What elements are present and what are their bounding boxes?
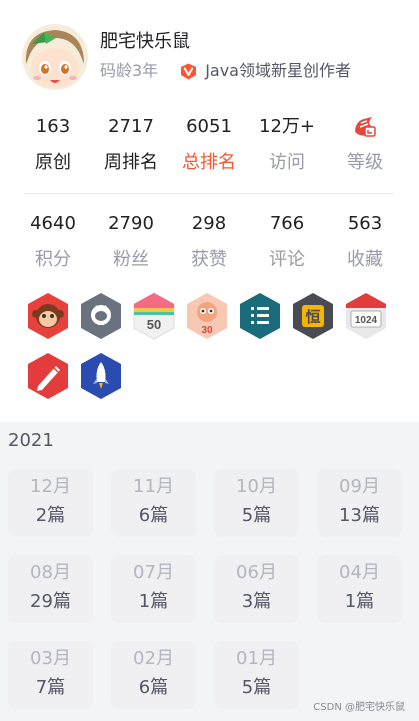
archive-year: 2021: [8, 430, 54, 451]
stat-original[interactable]: 163 原创: [14, 115, 92, 175]
month-card[interactable]: 11月 6篇: [111, 469, 196, 537]
svg-text:50: 50: [147, 317, 161, 332]
fifty-days-badge-icon[interactable]: 50: [132, 292, 176, 340]
stat-fans[interactable]: 2790 粉丝: [92, 212, 170, 272]
stats-row-primary: 163 原创 2717 周排名 6051 总排名 12万+ 访问 等级: [14, 115, 404, 175]
svg-text:恒: 恒: [305, 308, 320, 326]
stat-comments[interactable]: 766 评论: [248, 212, 326, 272]
code-age: 码龄3年: [100, 61, 159, 80]
month-card[interactable]: 02月 6篇: [111, 641, 196, 709]
stat-total-rank[interactable]: 6051 总排名: [170, 115, 248, 175]
monkey-badge-icon[interactable]: [26, 292, 70, 340]
stat-points[interactable]: 4640 积分: [14, 212, 92, 272]
pen-badge-icon[interactable]: [26, 352, 70, 400]
github-badge-icon[interactable]: [79, 292, 123, 340]
stat-level[interactable]: 等级: [326, 115, 404, 175]
svg-text:1024: 1024: [355, 315, 378, 326]
avatar[interactable]: [22, 24, 88, 90]
month-card[interactable]: 04月 1篇: [317, 555, 402, 623]
month-card[interactable]: 07月 1篇: [111, 555, 196, 623]
persevere-badge-icon[interactable]: 恒: [291, 292, 335, 340]
month-card[interactable]: 10月 5篇: [214, 469, 299, 537]
profile-card: 肥宅快乐鼠 码龄3年 Java领域新星创作者 163 原创 2717 周排名 6…: [0, 0, 419, 422]
month-card[interactable]: 06月 3篇: [214, 555, 299, 623]
month-card[interactable]: 09月 13篇: [317, 469, 402, 537]
month-card[interactable]: 01月 5篇: [214, 641, 299, 709]
divider: [24, 193, 394, 194]
thirty-days-badge-icon[interactable]: 30: [185, 292, 229, 340]
rocket-badge-icon[interactable]: [79, 352, 123, 400]
cert-text[interactable]: Java领域新星创作者: [205, 60, 351, 82]
username[interactable]: 肥宅快乐鼠: [100, 30, 351, 54]
month-card[interactable]: 08月 29篇: [8, 555, 93, 623]
stat-weekly-rank[interactable]: 2717 周排名: [92, 115, 170, 175]
month-card[interactable]: 03月 7篇: [8, 641, 93, 709]
stat-likes[interactable]: 298 获赞: [170, 212, 248, 272]
stats-row-secondary: 4640 积分 2790 粉丝 298 获赞 766 评论 563 收藏: [14, 212, 404, 272]
watermark: CSDN @肥宅快乐鼠: [313, 702, 405, 713]
stat-visits[interactable]: 12万+ 访问: [248, 115, 326, 175]
1024-badge-icon[interactable]: 1024: [344, 292, 388, 340]
profile-header: 肥宅快乐鼠 码龄3年 Java领域新星创作者: [22, 24, 351, 94]
svg-text:30: 30: [201, 325, 213, 336]
verified-v-icon: [181, 63, 197, 79]
month-card[interactable]: 12月 2篇: [8, 469, 93, 537]
list-badge-icon[interactable]: [238, 292, 282, 340]
stat-favorites[interactable]: 563 收藏: [326, 212, 404, 272]
level-icon: [355, 117, 376, 137]
